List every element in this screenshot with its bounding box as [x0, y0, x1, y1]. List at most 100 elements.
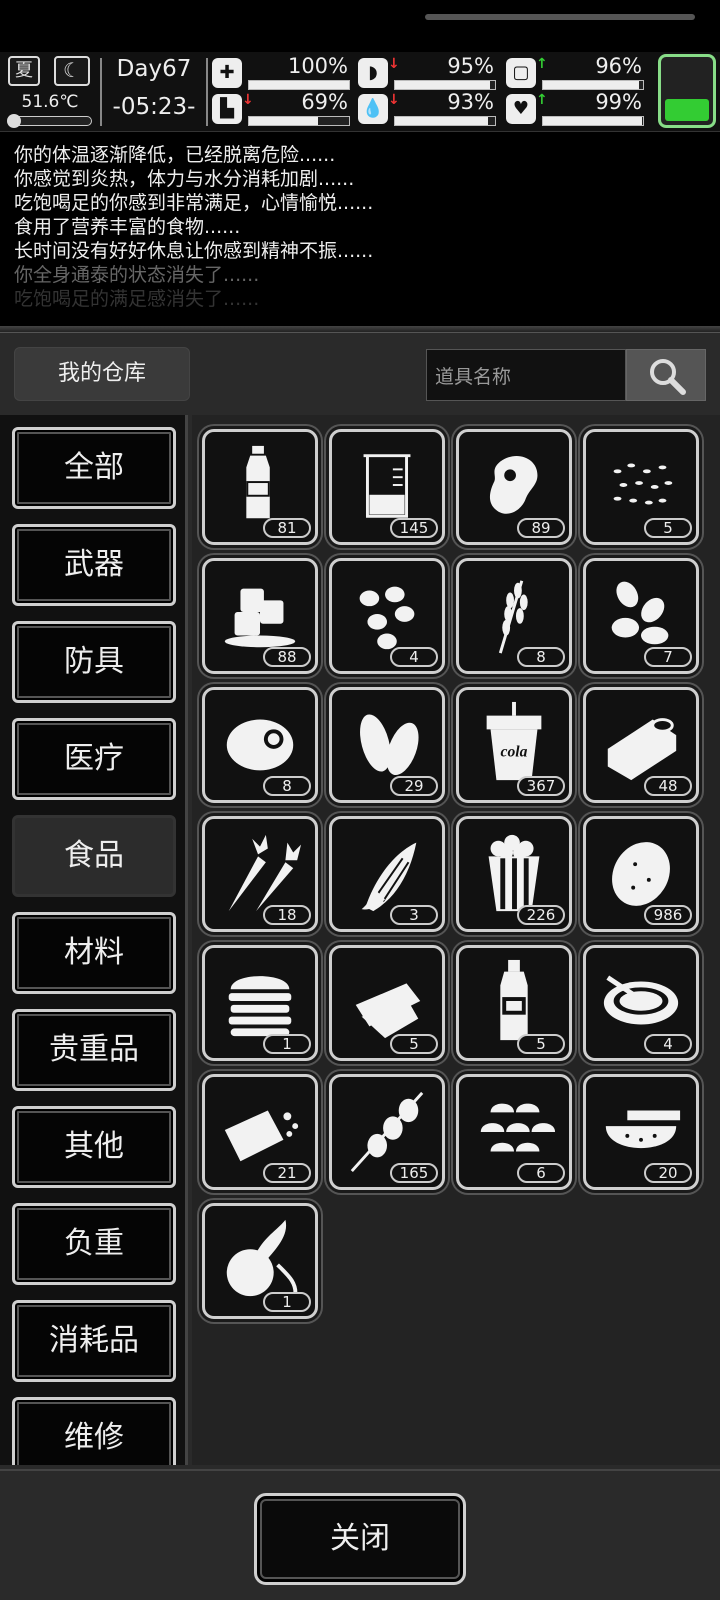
- soup-bowl-icon: [603, 975, 679, 1025]
- item-slot[interactable]: 48: [583, 687, 699, 803]
- item-count: 5: [390, 1034, 438, 1054]
- category-tab[interactable]: 其他: [12, 1106, 176, 1188]
- item-slot[interactable]: 8: [456, 558, 572, 674]
- category-tab[interactable]: 食品: [12, 815, 176, 897]
- potato-icon: [612, 842, 670, 906]
- item-count: 8: [517, 647, 565, 667]
- category-tab[interactable]: 贵重品: [12, 1009, 176, 1091]
- search-icon: [650, 359, 686, 395]
- category-tab[interactable]: 全部: [12, 427, 176, 509]
- item-slot[interactable]: 4: [583, 945, 699, 1061]
- category-tab[interactable]: 负重: [12, 1203, 176, 1285]
- ice-cubes-icon: [224, 588, 296, 648]
- close-button[interactable]: 关闭: [254, 1493, 466, 1585]
- stat-trend-down-icon: ↓: [388, 92, 400, 108]
- item-slot[interactable]: 89: [456, 429, 572, 545]
- stat-value: 69%: [301, 90, 348, 114]
- item-count: 145: [390, 518, 438, 538]
- sauce-bottle-icon: [500, 959, 528, 1041]
- item-count: 4: [390, 647, 438, 667]
- burger-icon: [228, 976, 292, 1037]
- stat-value: 96%: [595, 54, 642, 78]
- bottom-bar: 关闭: [0, 1469, 720, 1600]
- item-slot[interactable]: 7: [583, 558, 699, 674]
- biscuit-icon: [224, 1110, 299, 1162]
- stat-trend-up-icon: ↑: [536, 92, 548, 108]
- log-line: 长时间没有好好休息让你感到精神不振......: [14, 240, 374, 262]
- item-slot[interactable]: 5: [456, 945, 572, 1061]
- item-count: 20: [644, 1163, 692, 1183]
- battery-indicator[interactable]: [658, 54, 716, 128]
- stat-fill: [395, 81, 490, 89]
- item-slot[interactable]: cola 367: [456, 687, 572, 803]
- almonds-icon: [611, 581, 669, 645]
- canned-food-icon: [607, 718, 677, 781]
- log-line: 吃饱喝足的你感到非常满足，心情愉悦......: [14, 192, 374, 214]
- beans-icon: [359, 586, 415, 650]
- cola-label: cola: [501, 744, 528, 761]
- stat-fill: [543, 81, 639, 89]
- stat-bar: [248, 116, 350, 126]
- wheat-icon: [498, 580, 528, 654]
- item-slot[interactable]: 3: [329, 816, 445, 932]
- item-slot[interactable]: 88: [202, 558, 318, 674]
- boot-icon: ▙: [212, 94, 242, 124]
- category-tab[interactable]: 维修: [12, 1397, 176, 1465]
- message-log[interactable]: 你的体温逐渐降低，已经脱离危险...... 你感觉到炎热，体力与水分消耗加剧..…: [0, 133, 720, 329]
- cola-cup-icon: cola: [486, 701, 542, 781]
- stat-fill: [543, 117, 642, 125]
- battery-fill: [665, 99, 709, 121]
- item-slot[interactable]: 165: [329, 1074, 445, 1190]
- item-count: 1: [263, 1034, 311, 1054]
- item-slot[interactable]: 29: [329, 687, 445, 803]
- seeds-icon: [613, 463, 673, 505]
- item-slot[interactable]: 5: [583, 429, 699, 545]
- gesture-pill: [425, 14, 695, 20]
- search-button[interactable]: [626, 349, 706, 401]
- bread-slice-icon: [355, 983, 421, 1039]
- medkit-icon: ✚: [212, 58, 242, 88]
- stat-fill: [249, 117, 318, 125]
- item-slot[interactable]: 1: [202, 945, 318, 1061]
- sunflower-seeds-icon: [360, 714, 419, 775]
- stat-value: 95%: [447, 54, 494, 78]
- carrot-icon: [228, 834, 302, 912]
- popcorn-icon: [488, 834, 540, 912]
- item-slot[interactable]: 4: [329, 558, 445, 674]
- stat-hunger: ◗ ↓ 95%: [358, 54, 498, 90]
- item-slot[interactable]: 226: [456, 816, 572, 932]
- item-count: 165: [390, 1163, 438, 1183]
- log-line: 你的体温逐渐降低，已经脱离危险......: [14, 144, 336, 166]
- item-count: 226: [517, 905, 565, 925]
- category-tab[interactable]: 材料: [12, 912, 176, 994]
- stat-thirst: 💧 ↓ 93%: [358, 90, 498, 126]
- category-sidebar[interactable]: 全部武器防具医疗食品材料贵重品其他负重消耗品维修: [0, 415, 188, 1465]
- log-line: 食用了营养丰富的食物......: [14, 216, 241, 238]
- item-slot[interactable]: 21: [202, 1074, 318, 1190]
- stat-bar: [394, 80, 496, 90]
- item-count: 8: [263, 776, 311, 796]
- stat-mood: ♥ ↑ 99%: [506, 90, 646, 126]
- stat-value: 100%: [287, 54, 348, 78]
- item-slot[interactable]: 986: [583, 816, 699, 932]
- category-tab[interactable]: 武器: [12, 524, 176, 606]
- item-slot[interactable]: 6: [456, 1074, 572, 1190]
- system-status-bar: [0, 0, 720, 52]
- category-tab[interactable]: 消耗品: [12, 1300, 176, 1382]
- log-line: 你感觉到炎热，体力与水分消耗加剧......: [14, 168, 355, 190]
- beaker-icon: [363, 454, 411, 518]
- item-slot[interactable]: 5: [329, 945, 445, 1061]
- survival-status-bar: 夏 ☾ 51.6℃ Day67 -05:23- ✚ 100% ◗ ↓ 95% ▢ ↑ 96% ▙…: [0, 52, 720, 132]
- category-tab[interactable]: 防具: [12, 621, 176, 703]
- meat-icon: [489, 455, 538, 514]
- item-slot[interactable]: 81: [202, 429, 318, 545]
- item-count: 29: [390, 776, 438, 796]
- item-slot[interactable]: 20: [583, 1074, 699, 1190]
- item-grid[interactable]: 81 145 89 5 88 4 8 7 8 29 cola 367 48 18 3 226 986 1 5 5 4 21…: [192, 415, 720, 1465]
- item-slot[interactable]: 1: [202, 1203, 318, 1319]
- item-slot[interactable]: 145: [329, 429, 445, 545]
- item-slot[interactable]: 8: [202, 687, 318, 803]
- search-input[interactable]: 道具名称: [426, 349, 626, 401]
- category-tab[interactable]: 医疗: [12, 718, 176, 800]
- item-slot[interactable]: 18: [202, 816, 318, 932]
